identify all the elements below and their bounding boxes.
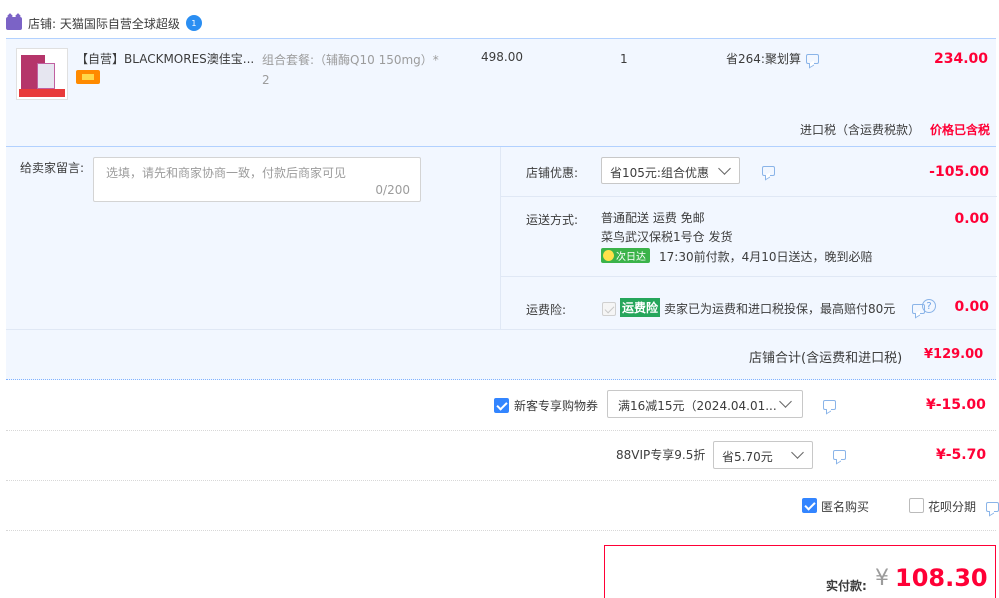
- store-discount-selected: 省105元:组合优惠: [610, 166, 709, 180]
- coupon-label: 新客专享购物券: [514, 399, 599, 413]
- huabei-label[interactable]: 花呗分期: [928, 498, 976, 515]
- shop-name[interactable]: 店铺: 天猫国际自营全球超级: [28, 15, 180, 32]
- order-options: 店铺优惠: 省105元:组合优惠 -105.00 运送方式: 普通配送 运费 免…: [500, 147, 997, 330]
- anonymous-checkbox[interactable]: [802, 498, 817, 513]
- product-sku: 组合套餐:（辅酶Q10 150mg）* 2: [262, 53, 439, 87]
- vip-selected: 省5.70元: [722, 450, 773, 464]
- coupon-checkbox[interactable]: [494, 398, 509, 413]
- coupon-amount: ¥-15.00: [926, 397, 986, 413]
- store-discount-amount: -105.00: [929, 164, 989, 180]
- insurance-amount: 0.00: [954, 299, 989, 315]
- shop-header: 店铺: 天猫国际自营全球超级 1: [0, 8, 999, 38]
- shipping-label: 运送方式:: [526, 213, 579, 227]
- product-subtotal: 234.00: [934, 51, 989, 67]
- import-tax-status: 价格已含税: [930, 123, 991, 137]
- store-total-label: 店铺合计(含运费和进口税): [749, 351, 903, 366]
- product-saving-text: 省264:聚划算: [726, 52, 801, 66]
- anonymous-label[interactable]: 匿名购买: [821, 498, 869, 515]
- payment-label: 实付款:: [826, 579, 867, 593]
- product-unit-price: 498.00: [481, 50, 523, 64]
- lightning-icon: [603, 250, 614, 261]
- memo-char-counter: 0/200: [375, 183, 410, 197]
- chevron-down-icon: [779, 395, 792, 408]
- shipping-method: 普通配送 运费 免邮: [601, 211, 705, 225]
- memo-section: 给卖家留言: 选填，请先和商家协商一致，付款后商家可见 0/200 店铺优惠: …: [6, 146, 997, 330]
- vip-amount: ¥-5.70: [936, 447, 987, 463]
- vip-row: 88VIP专享9.5折 省5.70元 ¥-5.70: [6, 431, 996, 481]
- next-day-badge-text: 次日达: [616, 252, 646, 263]
- shipping-amount: 0.00: [954, 211, 989, 227]
- coupon-row: 新客专享购物券 满16减15元（2024.04.01... ¥-15.00: [6, 380, 996, 431]
- store-discount-label: 店铺优惠:: [526, 166, 579, 180]
- store-total-value: ¥129.00: [924, 347, 984, 362]
- memo-label: 给卖家留言:: [20, 161, 85, 175]
- chevron-down-icon: [718, 162, 731, 175]
- store-total-row: 店铺合计(含运费和进口税) ¥129.00: [6, 329, 996, 381]
- chat-icon[interactable]: [805, 53, 819, 64]
- vip-label: 88VIP专享9.5折: [616, 448, 706, 462]
- coupon-select[interactable]: 满16减15元（2024.04.01...: [607, 390, 803, 418]
- product-quantity: 1: [620, 52, 628, 66]
- payment-amount: 108.30: [895, 564, 988, 592]
- shipping-insurance-row: 运费险: 运费险 卖家已为运费和进口税投保，最高赔付80元 ? 0.00: [501, 277, 997, 330]
- chat-icon[interactable]: [762, 166, 775, 176]
- chat-icon[interactable]: [823, 400, 836, 410]
- order-panel: 【自营】BLACKMORES澳佳宝... 组合套餐:（辅酶Q10 150mg）*…: [6, 38, 997, 381]
- insurance-label: 运费险:: [526, 303, 567, 317]
- store-discount-row: 店铺优惠: 省105元:组合优惠 -105.00: [501, 147, 997, 197]
- import-tax-label: 进口税（含运费税款）: [800, 123, 921, 137]
- tmall-global-tag-icon: [76, 70, 100, 84]
- purchase-options-row: 匿名购买 花呗分期: [6, 481, 999, 531]
- insurance-checkbox[interactable]: [602, 302, 616, 316]
- payment-summary: 实付款: ¥ 108.30: [604, 545, 996, 598]
- chat-icon[interactable]: [833, 450, 846, 460]
- chat-icon[interactable]: [986, 502, 999, 512]
- product-thumbnail[interactable]: [16, 48, 68, 100]
- shipping-warehouse: 菜鸟武汉保税1号仓 发货: [601, 230, 733, 244]
- insurance-tag: 运费险: [620, 298, 661, 317]
- delivery-promise: 17:30前付款，4月10日送达，晚到必赔: [659, 250, 873, 264]
- insurance-description: 卖家已为运费和进口税投保，最高赔付80元: [664, 302, 896, 316]
- memo-textarea[interactable]: 选填，请先和商家协商一致，付款后商家可见 0/200: [93, 157, 421, 202]
- coupon-selected: 满16减15元（2024.04.01...: [618, 399, 777, 413]
- vip-select[interactable]: 省5.70元: [713, 441, 813, 469]
- product-saving: 省264:聚划算: [726, 50, 819, 67]
- payment-currency: ¥: [875, 566, 889, 591]
- shipping-row: 运送方式: 普通配送 运费 免邮 菜鸟武汉保税1号仓 发货 次日达 17:30前…: [501, 197, 997, 277]
- chevron-down-icon: [791, 446, 804, 459]
- next-day-badge: 次日达: [601, 248, 650, 263]
- product-title-link[interactable]: 【自营】BLACKMORES澳佳宝...: [76, 50, 261, 67]
- help-icon[interactable]: ?: [922, 299, 936, 313]
- shop-service-badge-icon[interactable]: 1: [185, 15, 202, 31]
- shop-icon: [6, 16, 22, 30]
- huabei-checkbox[interactable]: [909, 498, 924, 513]
- memo-placeholder: 选填，请先和商家协商一致，付款后商家可见: [106, 166, 347, 180]
- store-discount-select[interactable]: 省105元:组合优惠: [601, 157, 740, 184]
